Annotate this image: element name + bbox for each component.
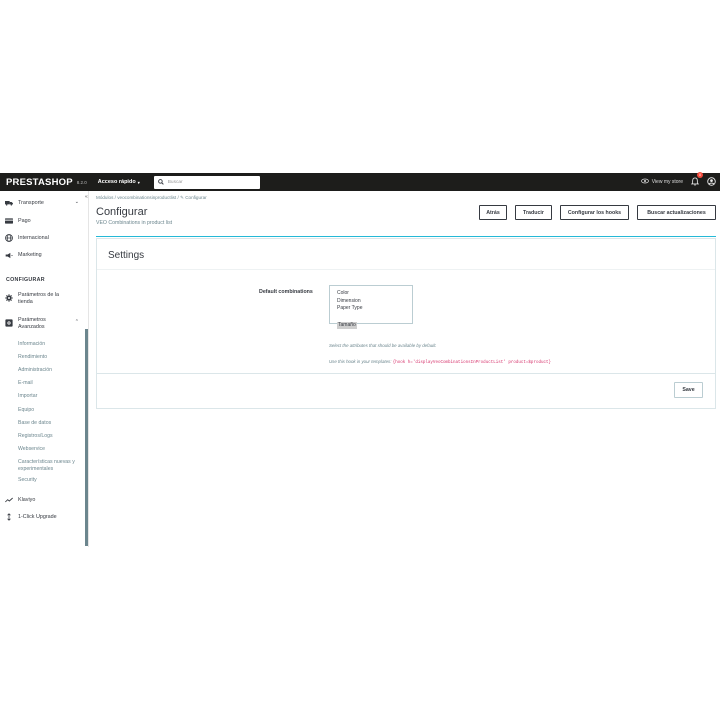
collapse-sidebar-icon[interactable]: « [85,194,88,200]
settings-title: Settings [108,250,145,261]
check-updates-button[interactable]: Buscar actualizaciones [637,205,716,220]
sidebar-subitem-rendimiento[interactable]: Rendimiento [18,354,47,361]
chevron-down-icon: ▾ [137,179,140,185]
quick-access-menu[interactable]: Acceso rápido ▾ [98,179,140,185]
page-title: Configurar [96,206,148,218]
save-button[interactable]: Save [674,382,703,398]
globe-icon [5,234,13,242]
notifications-button[interactable]: 0 [690,171,703,188]
translate-button[interactable]: Traducir [515,205,552,220]
notification-badge: 0 [697,171,703,178]
breadcrumb-item[interactable]: Módulos [96,195,113,200]
sidebar: « Transporte ⌄ Pago Internacional Market… [0,191,89,547]
user-avatar-icon[interactable] [707,176,716,188]
search-input[interactable]: Buscar [153,175,260,189]
sidebar-subitem-registros-logs[interactable]: Registros/Logs [18,433,53,440]
sidebar-item-1-click-upgrade[interactable]: 1-Click Upgrade [5,513,57,521]
view-store-label: View my store [651,179,683,185]
default-combinations-label: Default combinations [259,289,313,295]
divider [97,269,715,270]
sidebar-item-label: Parámetros de la tienda [18,292,60,305]
header-accent-line [96,236,716,237]
chevron-up-icon[interactable]: ⌃ [75,319,79,325]
settings-box-icon [5,319,13,327]
select-option[interactable]: Paper Type [337,305,412,313]
breadcrumb: Módulos / veocombinationsinproductlist /… [96,195,207,201]
sidebar-subitem-equipo[interactable]: Equipo [18,407,34,414]
sidebar-subitem-importar[interactable]: Importar [18,393,37,400]
select-option[interactable]: Dimension [337,298,412,306]
hook-help-text: Use this hook in your templates: {hook h… [329,359,551,365]
gear-icon [5,294,13,302]
page-subtitle: VEO Combinations in product list [96,220,173,226]
updown-arrows-icon [5,513,13,521]
breadcrumb-item[interactable]: veocombinationsinproductlist [117,195,176,200]
bell-icon [690,176,700,188]
sidebar-item-label: Marketing [18,252,42,258]
search-placeholder: Buscar [167,179,183,185]
sidebar-item-marketing[interactable]: Marketing [5,251,42,259]
prestashop-logo[interactable]: PRESTASHOP [6,177,73,188]
back-button[interactable]: Atrás [479,205,507,220]
hook-code: {hook h='displayVeoCombinationsInProduct… [392,361,552,365]
sidebar-section-configurar: CONFIGURAR [6,277,45,283]
sidebar-item-parametros-avanzados[interactable]: Parámetros Avanzados [5,317,70,330]
card-footer-divider [97,373,715,374]
sidebar-item-klaviyo[interactable]: Klaviyo [5,496,35,504]
sidebar-subitem-email[interactable]: E-mail [18,380,33,387]
sidebar-subitem-administracion[interactable]: Administración [18,367,52,374]
sidebar-item-label: Internacional [18,235,49,241]
version-label: 8.2.0 [76,179,87,185]
hook-help-prefix: Use this hook in your templates: [329,359,392,364]
truck-icon [5,199,13,207]
eye-icon [640,178,649,186]
sidebar-item-internacional[interactable]: Internacional [5,234,49,242]
select-option-selected[interactable]: Tamaño [337,321,357,329]
sidebar-subitem-base-de-datos[interactable]: Base de datos [18,420,51,427]
view-store-link[interactable]: View my store [640,178,683,186]
sidebar-subitem-security[interactable]: Security [18,477,37,484]
configure-hooks-button[interactable]: Configurar los hooks [560,205,629,220]
default-combinations-select[interactable]: Color Dimension Paper Type Tamaño [329,285,413,329]
sidebar-item-pago[interactable]: Pago [5,217,31,225]
chevron-down-icon[interactable]: ⌄ [75,199,79,205]
sidebar-item-parametros-tienda[interactable]: Parámetros de la tienda [5,292,70,305]
help-text: Select the attributes that should be ava… [329,343,437,348]
settings-card: Settings Default combinations Color Dime… [96,238,716,409]
trend-icon [5,496,13,504]
breadcrumb-item: Configurar [185,195,207,200]
wrench-icon: ✎ [180,195,184,200]
sidebar-item-label: Parámetros Avanzados [18,317,46,330]
top-bar: PRESTASHOP 8.2.0 Acceso rápido ▾ Buscar … [0,171,720,191]
sidebar-item-label: Klaviyo [18,497,36,503]
sidebar-subitem-informacion[interactable]: Información [18,341,45,348]
sidebar-subitem-caracteristicas[interactable]: Características nuevas y experimentales [18,459,82,472]
quick-access-label: Acceso rápido [97,179,136,185]
sidebar-item-label: Transporte [18,200,44,206]
select-option[interactable]: Color [337,290,412,298]
sidebar-item-label: Pago [18,218,31,224]
credit-card-icon [5,217,13,225]
sidebar-scrollbar[interactable] [85,329,88,546]
prestashop-admin: PRESTASHOP 8.2.0 Acceso rápido ▾ Buscar … [0,171,720,547]
search-icon [157,179,164,185]
megaphone-icon [5,251,13,259]
sidebar-item-transporte[interactable]: Transporte [5,199,44,207]
sidebar-item-label: 1-Click Upgrade [18,514,57,520]
sidebar-subitem-webservice[interactable]: Webservice [18,446,45,453]
